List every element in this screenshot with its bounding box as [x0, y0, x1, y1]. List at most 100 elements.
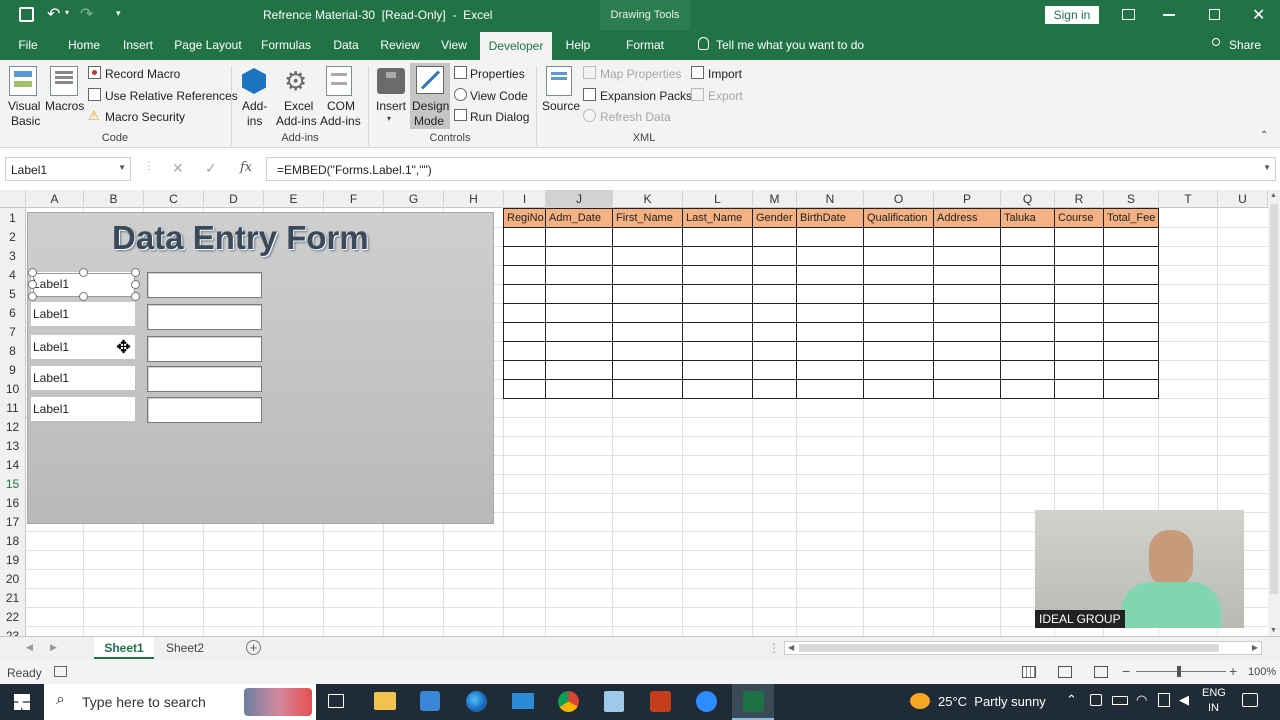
tab-view[interactable]: View	[435, 30, 473, 60]
column-header-h[interactable]: H	[444, 190, 504, 208]
column-header-l[interactable]: L	[683, 190, 753, 208]
hscroll-thumb[interactable]	[799, 644, 1219, 652]
column-header-p[interactable]: P	[934, 190, 1001, 208]
macros-icon[interactable]	[50, 66, 78, 96]
row-header-18[interactable]: 18	[0, 532, 26, 551]
add-sheet-icon[interactable]: +	[246, 640, 261, 655]
column-header-d[interactable]: D	[204, 190, 264, 208]
column-header-a[interactable]: A	[26, 190, 84, 208]
row-header-5[interactable]: 5	[0, 285, 26, 304]
tray-network-icon[interactable]	[1158, 693, 1170, 707]
source-icon[interactable]	[546, 66, 572, 96]
chrome-icon[interactable]	[558, 691, 579, 712]
row-header-12[interactable]: 12	[0, 418, 26, 437]
save-icon[interactable]	[19, 7, 34, 22]
column-header-r[interactable]: R	[1055, 190, 1104, 208]
language-line2[interactable]: IN	[1208, 702, 1219, 714]
form-textbox-5[interactable]	[147, 397, 262, 423]
tab-data[interactable]: Data	[327, 30, 365, 60]
page-break-view-icon[interactable]	[1094, 666, 1108, 678]
excel-add-ins-button-line2[interactable]: Add-ins	[276, 114, 317, 128]
share-icon[interactable]	[1212, 38, 1220, 46]
undo-icon[interactable]: ↶	[47, 4, 60, 24]
tray-volume-icon[interactable]: ◀	[1179, 692, 1189, 708]
row-header-2[interactable]: 2	[0, 228, 26, 247]
row-header-9[interactable]: 9	[0, 361, 26, 380]
record-macro-button[interactable]: Record Macro	[105, 67, 180, 81]
notifications-icon[interactable]	[1242, 693, 1258, 707]
row-header-10[interactable]: 10	[0, 380, 26, 399]
column-header-i[interactable]: I	[504, 190, 546, 208]
table-header-birthdate[interactable]: BirthDate	[797, 209, 864, 228]
row-header-13[interactable]: 13	[0, 437, 26, 456]
sheet-next-icon[interactable]: ▶	[50, 642, 57, 653]
com-add-ins-button-line1[interactable]: COM	[327, 99, 355, 113]
resize-handle[interactable]	[28, 268, 37, 277]
ribbon-display-options-icon[interactable]	[1122, 9, 1135, 20]
tray-meet-icon[interactable]	[1090, 694, 1102, 706]
import-button[interactable]: Import	[708, 67, 742, 81]
tab-developer[interactable]: Developer	[480, 32, 552, 60]
excel-icon[interactable]	[743, 691, 764, 712]
column-header-m[interactable]: M	[753, 190, 797, 208]
row-header-7[interactable]: 7	[0, 323, 26, 342]
row-header-20[interactable]: 20	[0, 570, 26, 589]
share-button[interactable]: Share	[1229, 38, 1261, 52]
mail-icon[interactable]	[512, 693, 534, 709]
windows-start-icon[interactable]	[14, 694, 30, 710]
visual-basic-button-line2[interactable]: Basic	[11, 114, 40, 128]
excel-add-ins-icon[interactable]: ⚙	[284, 66, 307, 96]
tray-chevron-icon[interactable]: ⌃	[1066, 692, 1077, 708]
row-header-4[interactable]: 4	[0, 266, 26, 285]
tray-battery-icon[interactable]	[1112, 696, 1128, 705]
add-ins-icon[interactable]	[242, 68, 266, 94]
design-mode-button-line2[interactable]: Mode	[414, 114, 444, 128]
form-textbox-4[interactable]	[147, 366, 262, 392]
form-textbox-1[interactable]	[147, 272, 262, 298]
com-add-ins-icon[interactable]	[326, 66, 352, 96]
scroll-thumb[interactable]	[1270, 204, 1278, 594]
resize-handle[interactable]	[131, 268, 140, 277]
tell-me-search[interactable]: Tell me what you want to do	[716, 38, 864, 52]
column-header-s[interactable]: S	[1104, 190, 1159, 208]
resize-handle[interactable]	[28, 292, 37, 301]
expansion-packs-button[interactable]: Expansion Packs	[600, 89, 692, 103]
hscroll-left-icon[interactable]: ◀	[788, 643, 794, 652]
add-ins-button-line2[interactable]: ins	[247, 114, 262, 128]
run-dialog-button[interactable]: Run Dialog	[470, 110, 529, 124]
edge-icon[interactable]	[466, 691, 487, 712]
com-add-ins-button-line2[interactable]: Add-ins	[320, 114, 361, 128]
customize-qat-icon[interactable]: ▾	[116, 8, 121, 19]
vertical-scrollbar[interactable]: ▲ ▼	[1268, 190, 1280, 636]
row-header-11[interactable]: 11	[0, 399, 26, 418]
powerpoint-icon[interactable]	[650, 691, 671, 712]
row-header-14[interactable]: 14	[0, 456, 26, 475]
scroll-up-icon[interactable]: ▲	[1270, 192, 1277, 199]
table-header-first-name[interactable]: First_Name	[613, 209, 683, 228]
row-header-3[interactable]: 3	[0, 247, 26, 266]
sheet-tab-sheet2[interactable]: Sheet2	[158, 637, 212, 659]
table-header-adm-date[interactable]: Adm_Date	[546, 209, 613, 228]
page-layout-view-icon[interactable]	[1058, 666, 1072, 678]
name-box-dropdown-icon[interactable]: ▼	[118, 163, 126, 172]
macros-button[interactable]: Macros	[45, 99, 84, 113]
tab-formulas[interactable]: Formulas	[256, 30, 316, 60]
row-header-6[interactable]: 6	[0, 304, 26, 323]
scroll-down-icon[interactable]: ▼	[1270, 627, 1277, 634]
weather-text[interactable]: 25°C Partly sunny	[938, 694, 1046, 709]
table-header-last-name[interactable]: Last_Name	[683, 209, 753, 228]
row-header-15[interactable]: 15	[0, 475, 26, 494]
resize-handle[interactable]	[79, 292, 88, 301]
sheet-prev-icon[interactable]: ◀	[26, 642, 33, 653]
visual-basic-icon[interactable]	[9, 66, 37, 96]
tab-insert[interactable]: Insert	[118, 30, 158, 60]
undo-dropdown-icon[interactable]: ▾	[65, 8, 69, 17]
column-header-o[interactable]: O	[864, 190, 934, 208]
row-header-1[interactable]: 1	[0, 208, 26, 228]
row-header-8[interactable]: 8	[0, 342, 26, 361]
tab-help[interactable]: Help	[560, 30, 596, 60]
zoom-in-icon[interactable]: +	[1229, 663, 1237, 679]
table-header-total-fee[interactable]: Total_Fee	[1104, 209, 1159, 228]
column-header-k[interactable]: K	[613, 190, 683, 208]
form-label-2[interactable]: Label1	[31, 302, 135, 326]
